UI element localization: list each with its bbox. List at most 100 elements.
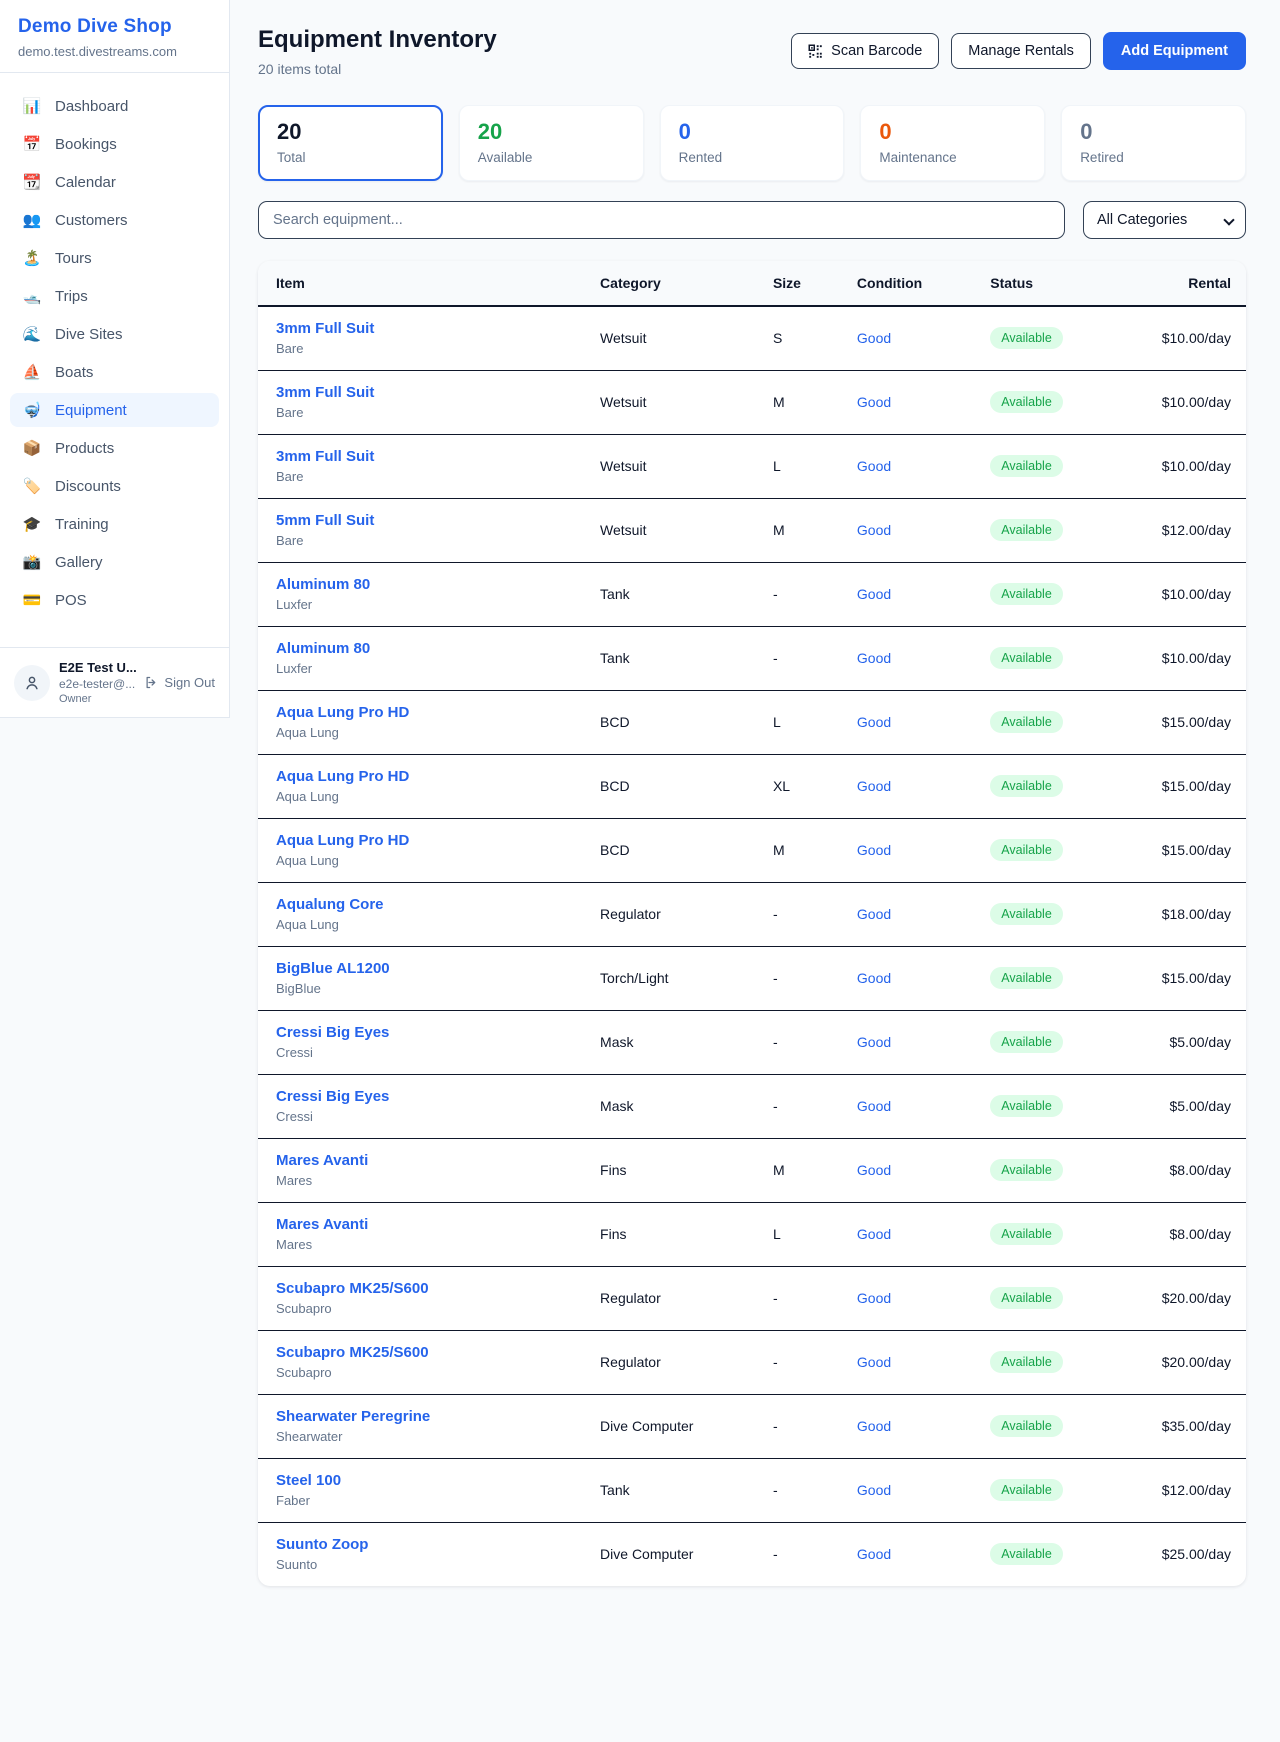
item-condition-link[interactable]: Good xyxy=(857,1162,891,1178)
sidebar-item[interactable]: 📦 Products xyxy=(10,431,219,465)
item-name-link[interactable]: Shearwater Peregrine xyxy=(276,1408,430,1425)
table-row[interactable]: Steel 100 Faber Tank - Good Available $1… xyxy=(258,1459,1246,1523)
status-badge: Available xyxy=(990,647,1063,669)
sidebar-item[interactable]: 🤿 Equipment xyxy=(10,393,219,427)
stat-card[interactable]: 20 Total xyxy=(258,105,443,181)
item-condition-link[interactable]: Good xyxy=(857,1290,891,1306)
table-row[interactable]: Aqua Lung Pro HD Aqua Lung BCD L Good Av… xyxy=(258,691,1246,755)
item-condition-link[interactable]: Good xyxy=(857,586,891,602)
sidebar-item[interactable]: 📆 Calendar xyxy=(10,165,219,199)
table-row[interactable]: 5mm Full Suit Bare Wetsuit M Good Availa… xyxy=(258,499,1246,563)
stat-label: Rented xyxy=(679,150,826,165)
add-equipment-label: Add Equipment xyxy=(1121,43,1228,59)
item-name-link[interactable]: Steel 100 xyxy=(276,1472,341,1489)
item-name-link[interactable]: Aqua Lung Pro HD xyxy=(276,704,409,721)
item-condition-link[interactable]: Good xyxy=(857,522,891,538)
item-brand: Mares xyxy=(276,1173,568,1188)
brand-title[interactable]: Demo Dive Shop xyxy=(18,16,211,38)
item-name-link[interactable]: Aluminum 80 xyxy=(276,576,370,593)
item-condition-link[interactable]: Good xyxy=(857,842,891,858)
sidebar-nav: 📊 Dashboard 📅 Bookings 📆 Calendar 👥 Cust… xyxy=(0,73,229,647)
item-name-link[interactable]: BigBlue AL1200 xyxy=(276,960,390,977)
item-name-link[interactable]: 3mm Full Suit xyxy=(276,384,374,401)
item-rental-price: $15.00/day xyxy=(1127,691,1246,755)
table-row[interactable]: Shearwater Peregrine Shearwater Dive Com… xyxy=(258,1395,1246,1459)
item-condition-link[interactable]: Good xyxy=(857,1354,891,1370)
item-name-link[interactable]: 3mm Full Suit xyxy=(276,448,374,465)
item-category: BCD xyxy=(584,819,757,883)
item-condition-link[interactable]: Good xyxy=(857,1482,891,1498)
manage-rentals-button[interactable]: Manage Rentals xyxy=(951,33,1091,69)
item-name-link[interactable]: Mares Avanti xyxy=(276,1216,368,1233)
item-size: - xyxy=(757,883,841,947)
table-row[interactable]: Cressi Big Eyes Cressi Mask - Good Avail… xyxy=(258,1075,1246,1139)
sidebar-item[interactable]: 📊 Dashboard xyxy=(10,89,219,123)
item-name-link[interactable]: Mares Avanti xyxy=(276,1152,368,1169)
sidebar-item[interactable]: ⛵ Boats xyxy=(10,355,219,389)
item-condition-link[interactable]: Good xyxy=(857,970,891,986)
scan-barcode-button[interactable]: Scan Barcode xyxy=(791,33,939,69)
item-name-link[interactable]: Scubapro MK25/S600 xyxy=(276,1280,429,1297)
sidebar-item[interactable]: 📅 Bookings xyxy=(10,127,219,161)
item-name-link[interactable]: Aluminum 80 xyxy=(276,640,370,657)
item-name-link[interactable]: 3mm Full Suit xyxy=(276,320,374,337)
item-condition-link[interactable]: Good xyxy=(857,458,891,474)
item-condition-link[interactable]: Good xyxy=(857,330,891,346)
item-condition-link[interactable]: Good xyxy=(857,906,891,922)
search-input[interactable] xyxy=(258,201,1065,239)
stat-value: 0 xyxy=(679,119,826,145)
category-select[interactable]: All Categories xyxy=(1083,201,1246,239)
item-name-link[interactable]: Aqualung Core xyxy=(276,896,384,913)
sidebar-item[interactable]: 🎓 Training xyxy=(10,507,219,541)
item-category: Mask xyxy=(584,1011,757,1075)
table-row[interactable]: BigBlue AL1200 BigBlue Torch/Light - Goo… xyxy=(258,947,1246,1011)
item-condition-link[interactable]: Good xyxy=(857,1546,891,1562)
table-row[interactable]: Aqualung Core Aqua Lung Regulator - Good… xyxy=(258,883,1246,947)
sidebar-item[interactable]: 🌊 Dive Sites xyxy=(10,317,219,351)
item-name-link[interactable]: Cressi Big Eyes xyxy=(276,1024,389,1041)
item-size: - xyxy=(757,1395,841,1459)
item-condition-link[interactable]: Good xyxy=(857,650,891,666)
item-name-link[interactable]: Cressi Big Eyes xyxy=(276,1088,389,1105)
stat-value: 0 xyxy=(879,119,1026,145)
stat-card[interactable]: 0 Retired xyxy=(1061,105,1246,181)
sidebar-item[interactable]: 🛥️ Trips xyxy=(10,279,219,313)
table-row[interactable]: Aqua Lung Pro HD Aqua Lung BCD XL Good A… xyxy=(258,755,1246,819)
table-row[interactable]: Suunto Zoop Suunto Dive Computer - Good … xyxy=(258,1523,1246,1587)
table-row[interactable]: Scubapro MK25/S600 Scubapro Regulator - … xyxy=(258,1331,1246,1395)
sidebar-item[interactable]: 💳 POS xyxy=(10,583,219,617)
table-row[interactable]: Mares Avanti Mares Fins L Good Available… xyxy=(258,1203,1246,1267)
table-row[interactable]: 3mm Full Suit Bare Wetsuit S Good Availa… xyxy=(258,306,1246,371)
item-condition-link[interactable]: Good xyxy=(857,1098,891,1114)
table-row[interactable]: Aluminum 80 Luxfer Tank - Good Available… xyxy=(258,627,1246,691)
item-name-link[interactable]: 5mm Full Suit xyxy=(276,512,374,529)
sidebar-item[interactable]: 🏝️ Tours xyxy=(10,241,219,275)
item-rental-price: $18.00/day xyxy=(1127,883,1246,947)
item-name-link[interactable]: Scubapro MK25/S600 xyxy=(276,1344,429,1361)
item-condition-link[interactable]: Good xyxy=(857,778,891,794)
item-condition-link[interactable]: Good xyxy=(857,1418,891,1434)
table-row[interactable]: 3mm Full Suit Bare Wetsuit M Good Availa… xyxy=(258,371,1246,435)
table-row[interactable]: Cressi Big Eyes Cressi Mask - Good Avail… xyxy=(258,1011,1246,1075)
item-name-link[interactable]: Aqua Lung Pro HD xyxy=(276,832,409,849)
item-condition-link[interactable]: Good xyxy=(857,394,891,410)
stat-card[interactable]: 0 Rented xyxy=(660,105,845,181)
sign-out-button[interactable]: Sign Out xyxy=(144,675,217,690)
table-row[interactable]: Mares Avanti Mares Fins M Good Available… xyxy=(258,1139,1246,1203)
item-condition-link[interactable]: Good xyxy=(857,1226,891,1242)
stat-card[interactable]: 0 Maintenance xyxy=(860,105,1045,181)
sidebar-item[interactable]: 🏷️ Discounts xyxy=(10,469,219,503)
table-row[interactable]: Aqua Lung Pro HD Aqua Lung BCD M Good Av… xyxy=(258,819,1246,883)
add-equipment-button[interactable]: Add Equipment xyxy=(1103,32,1246,70)
sidebar-item[interactable]: 📸 Gallery xyxy=(10,545,219,579)
item-name-link[interactable]: Suunto Zoop xyxy=(276,1536,368,1553)
item-condition-link[interactable]: Good xyxy=(857,1034,891,1050)
table-row[interactable]: Scubapro MK25/S600 Scubapro Regulator - … xyxy=(258,1267,1246,1331)
stat-card[interactable]: 20 Available xyxy=(459,105,644,181)
item-condition-link[interactable]: Good xyxy=(857,714,891,730)
item-name-link[interactable]: Aqua Lung Pro HD xyxy=(276,768,409,785)
table-row[interactable]: 3mm Full Suit Bare Wetsuit L Good Availa… xyxy=(258,435,1246,499)
sidebar-item[interactable]: 👥 Customers xyxy=(10,203,219,237)
column-header-rental: Rental xyxy=(1127,261,1246,306)
table-row[interactable]: Aluminum 80 Luxfer Tank - Good Available… xyxy=(258,563,1246,627)
